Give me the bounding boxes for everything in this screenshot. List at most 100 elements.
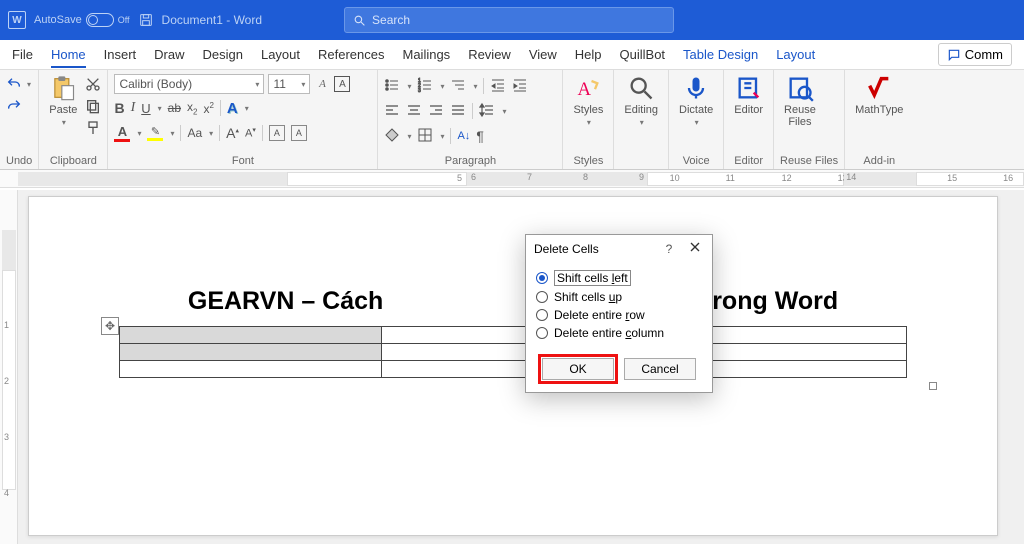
comments-button[interactable]: Comm: [938, 43, 1012, 66]
find-icon: [627, 74, 655, 102]
font-size-select[interactable]: 11▾: [268, 74, 310, 94]
group-reuse: ReuseFiles Reuse Files: [774, 70, 845, 169]
bullets-button[interactable]: [384, 77, 400, 96]
undo-button[interactable]: ▾: [6, 76, 31, 92]
tab-layout[interactable]: Layout: [261, 47, 300, 62]
align-right-button[interactable]: [428, 102, 444, 121]
table-resize-handle-icon[interactable]: [929, 382, 937, 390]
tab-view[interactable]: View: [529, 47, 557, 62]
styles-button[interactable]: A Styles▾: [569, 72, 607, 129]
shading-button[interactable]: [384, 127, 400, 146]
document-heading[interactable]: GEARVN – Cách bảng trong Word: [119, 287, 907, 316]
save-icon[interactable]: [138, 12, 154, 28]
decrease-indent-button[interactable]: [490, 77, 506, 96]
cut-icon[interactable]: [85, 76, 101, 92]
table-move-handle-icon[interactable]: ✥: [101, 317, 119, 335]
tab-draw[interactable]: Draw: [154, 47, 184, 62]
numbering-button[interactable]: 123: [417, 77, 433, 96]
title-bar: W AutoSave Off Document1 - Word Search: [0, 0, 1024, 40]
vertical-ruler[interactable]: 1 2 3 4: [0, 190, 18, 544]
cancel-button[interactable]: Cancel: [624, 358, 696, 380]
sort-button[interactable]: A↓: [457, 130, 470, 142]
autosave-toggle[interactable]: AutoSave Off: [34, 13, 130, 27]
align-left-button[interactable]: [384, 102, 400, 121]
autosave-state: Off: [118, 15, 130, 25]
format-painter-icon[interactable]: [85, 120, 101, 136]
radio-shift-up[interactable]: Shift cells up: [536, 288, 702, 306]
superscript-button[interactable]: x2: [203, 101, 213, 116]
paste-button[interactable]: Paste ▾: [45, 72, 81, 129]
font-color-button[interactable]: A: [114, 124, 130, 142]
phonetic-guide-icon[interactable]: A: [269, 125, 285, 141]
shrink-font-button[interactable]: A▾: [245, 126, 256, 140]
ribbon: ▾ Undo Paste ▾ Clipboard Calibri (Body)▾: [0, 70, 1024, 170]
tab-references[interactable]: References: [318, 47, 384, 62]
autosave-label: AutoSave: [34, 14, 82, 26]
tab-quillbot[interactable]: QuillBot: [620, 47, 666, 62]
tab-home[interactable]: Home: [51, 47, 86, 68]
tab-mailings[interactable]: Mailings: [403, 47, 451, 62]
tab-help[interactable]: Help: [575, 47, 602, 62]
font-name-select[interactable]: Calibri (Body)▾: [114, 74, 264, 94]
dictate-button[interactable]: Dictate▾: [675, 72, 717, 129]
text-effects-button[interactable]: A: [227, 100, 238, 117]
subscript-button[interactable]: x2: [187, 100, 197, 116]
group-label-editor: Editor: [730, 153, 767, 169]
editor-label: Editor: [734, 104, 763, 116]
grow-font-button[interactable]: A▴: [226, 125, 239, 141]
search-icon: [353, 14, 366, 27]
strikethrough-button[interactable]: ab: [168, 101, 181, 115]
radio-shift-left[interactable]: Shift cells left: [536, 268, 702, 288]
editing-button[interactable]: Editing▾: [620, 72, 662, 129]
copy-icon[interactable]: [85, 98, 101, 114]
help-button[interactable]: ?: [660, 242, 678, 256]
borders-button[interactable]: [417, 127, 433, 146]
radio-delete-column[interactable]: Delete entire column: [536, 324, 702, 342]
table-row: [120, 327, 907, 344]
show-marks-button[interactable]: ¶: [476, 128, 484, 144]
comments-label: Comm: [965, 47, 1003, 62]
enclose-char-icon[interactable]: A: [334, 76, 350, 92]
horizontal-ruler[interactable]: 5 6789 10111213 14 1516: [0, 170, 1024, 188]
group-label-addin: Add-in: [851, 153, 907, 169]
dialog-title: Delete Cells: [534, 242, 652, 256]
search-input[interactable]: Search: [344, 7, 674, 33]
editor-button[interactable]: Editor: [730, 72, 767, 118]
tab-table-design[interactable]: Table Design: [683, 47, 758, 62]
toggle-off-icon[interactable]: [86, 13, 114, 27]
multilevel-button[interactable]: [450, 77, 466, 96]
bold-button[interactable]: B: [114, 100, 124, 116]
paste-label: Paste: [49, 104, 77, 116]
tab-review[interactable]: Review: [468, 47, 511, 62]
tab-design[interactable]: Design: [203, 47, 243, 62]
increase-indent-button[interactable]: [512, 77, 528, 96]
group-voice: Dictate▾ Voice: [669, 70, 724, 169]
radio-delete-row[interactable]: Delete entire row: [536, 306, 702, 324]
group-paragraph: ▾ 123▾ ▾ ▾ ▾ ▾ A↓ ¶: [378, 70, 563, 169]
line-spacing-button[interactable]: [479, 102, 495, 121]
redo-icon[interactable]: [6, 98, 22, 114]
delete-cells-dialog: Delete Cells ? Shift cells left Shift ce…: [525, 234, 713, 393]
dialog-titlebar[interactable]: Delete Cells ?: [526, 235, 712, 262]
justify-button[interactable]: [450, 102, 466, 121]
change-case-button[interactable]: Aa: [187, 126, 202, 140]
tab-insert[interactable]: Insert: [104, 47, 137, 62]
char-border-icon[interactable]: A: [291, 125, 307, 141]
radio-icon: [536, 272, 548, 284]
underline-button[interactable]: U: [141, 101, 150, 116]
clear-formatting-icon[interactable]: A: [314, 76, 330, 92]
tab-file[interactable]: File: [12, 47, 33, 62]
document-table[interactable]: [119, 326, 907, 378]
align-center-button[interactable]: [406, 102, 422, 121]
italic-button[interactable]: I: [131, 100, 136, 116]
ok-button[interactable]: OK: [542, 358, 614, 380]
editor-icon: [735, 74, 763, 102]
reuse-files-button[interactable]: ReuseFiles: [780, 72, 820, 130]
radio-icon: [536, 327, 548, 339]
group-label-voice: Voice: [675, 153, 717, 169]
highlight-button[interactable]: ✎: [147, 125, 163, 141]
tab-table-layout[interactable]: Layout: [776, 47, 815, 62]
close-button[interactable]: [686, 241, 704, 256]
page[interactable]: GEARVN – Cách bảng trong Word ✥: [28, 196, 998, 536]
mathtype-button[interactable]: MathType: [851, 72, 907, 118]
